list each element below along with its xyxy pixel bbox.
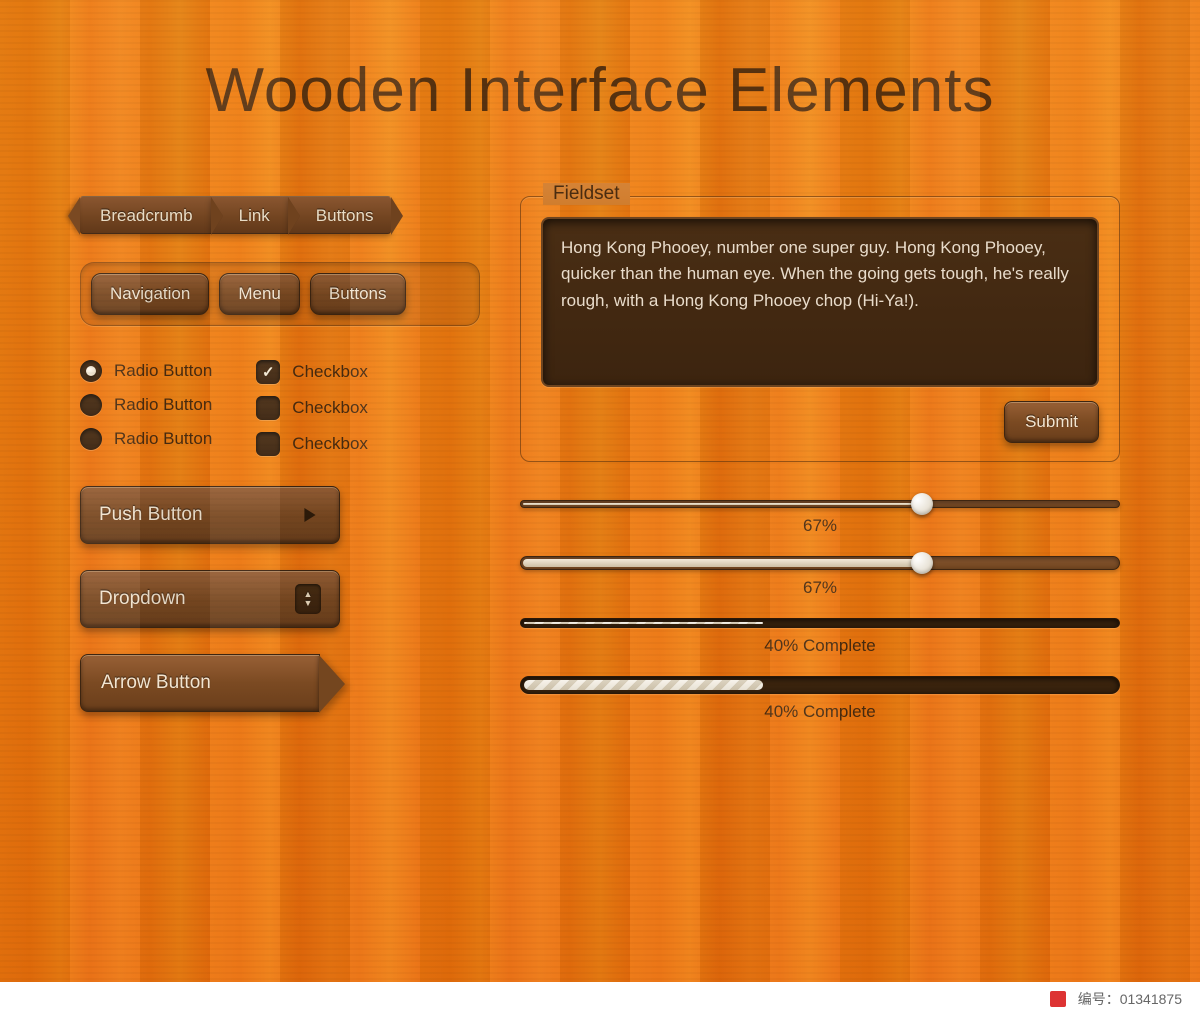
checkbox-icon (256, 432, 280, 456)
radio-icon (80, 360, 102, 382)
radio-label: Radio Button (114, 395, 212, 415)
checkbox-label: Checkbox (292, 434, 368, 454)
checkbox-group: ✓ Checkbox Checkbox Checkbox (256, 360, 368, 456)
nav-button[interactable]: Navigation (91, 273, 209, 315)
slider-label: 67% (520, 578, 1120, 598)
slider[interactable]: 67% (520, 556, 1120, 598)
checkbox-icon: ✓ (256, 360, 280, 384)
nav-button[interactable]: Menu (219, 273, 300, 315)
radio-option[interactable]: Radio Button (80, 428, 212, 450)
stepper-icon: ▲▼ (295, 584, 321, 614)
progress-bar: 40% Complete (520, 676, 1120, 722)
breadcrumb-item[interactable]: Buttons (288, 196, 392, 234)
fieldset-legend: Fieldset (543, 183, 630, 205)
play-icon (299, 504, 321, 526)
radio-icon (80, 394, 102, 416)
radio-label: Radio Button (114, 429, 212, 449)
push-button[interactable]: Push Button (80, 486, 340, 544)
checkbox-option[interactable]: Checkbox (256, 432, 368, 456)
checkbox-option[interactable]: Checkbox (256, 396, 368, 420)
progress-bar: 40% Complete (520, 618, 1120, 656)
slider-thumb[interactable] (911, 552, 933, 574)
arrow-button[interactable]: Arrow Button (80, 654, 320, 712)
breadcrumb: Breadcrumb Link Buttons (80, 196, 480, 234)
footer-bar: 编号：01341875 (0, 982, 1200, 1016)
brand-icon (1050, 991, 1066, 1007)
nav-menu: Navigation Menu Buttons (80, 262, 480, 326)
slider-thumb[interactable] (911, 493, 933, 515)
checkbox-option[interactable]: ✓ Checkbox (256, 360, 368, 384)
slider-label: 67% (520, 516, 1120, 536)
submit-button[interactable]: Submit (1004, 401, 1099, 443)
radio-option[interactable]: Radio Button (80, 360, 212, 382)
asset-id: 编号：01341875 (1078, 989, 1182, 1009)
radio-icon (80, 428, 102, 450)
fieldset: Fieldset Hong Kong Phooey, number one su… (520, 196, 1120, 462)
radio-group: Radio Button Radio Button Radio Button (80, 360, 212, 456)
page-title: Wooden Interface Elements (0, 0, 1200, 196)
progress-label: 40% Complete (520, 636, 1120, 656)
checkbox-label: Checkbox (292, 362, 368, 382)
checkbox-label: Checkbox (292, 398, 368, 418)
radio-option[interactable]: Radio Button (80, 394, 212, 416)
slider[interactable]: 67% (520, 500, 1120, 536)
checkbox-icon (256, 396, 280, 420)
radio-label: Radio Button (114, 361, 212, 381)
arrow-button-label: Arrow Button (101, 672, 211, 694)
dropdown-label: Dropdown (99, 588, 186, 610)
dropdown-button[interactable]: Dropdown ▲▼ (80, 570, 340, 628)
textarea[interactable]: Hong Kong Phooey, number one super guy. … (541, 217, 1099, 387)
nav-button[interactable]: Buttons (310, 273, 406, 315)
progress-label: 40% Complete (520, 702, 1120, 722)
breadcrumb-item[interactable]: Breadcrumb (80, 196, 211, 234)
push-button-label: Push Button (99, 504, 203, 526)
